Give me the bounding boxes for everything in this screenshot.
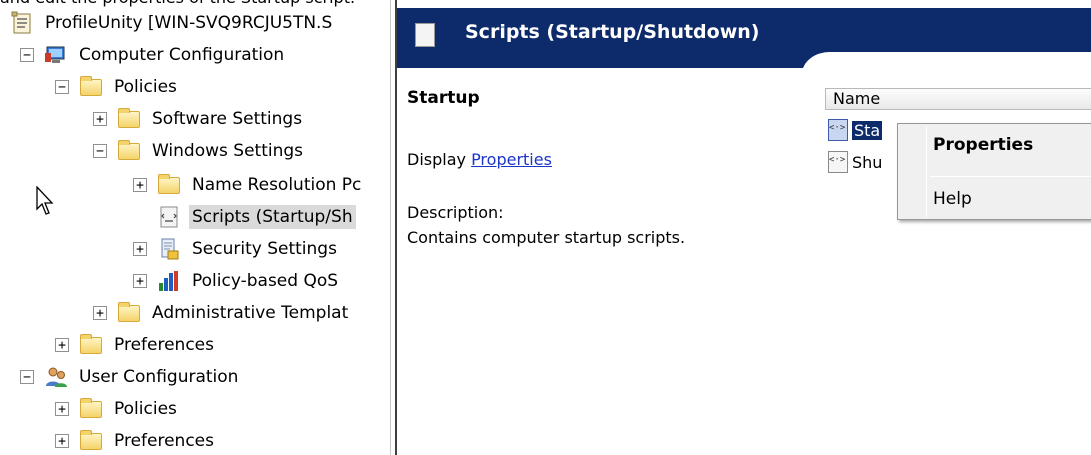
item-heading: Startup: [407, 88, 480, 108]
tree-item-label: Software Settings: [152, 109, 303, 129]
folder-icon: [79, 397, 103, 421]
tree-item-preferences[interactable]: + Preferences: [55, 330, 217, 360]
banner-curve: [802, 52, 1091, 92]
expand-icon[interactable]: +: [133, 178, 147, 192]
menu-separator: [930, 176, 1091, 177]
banner-title: Scripts (Startup/Shutdown): [465, 21, 760, 43]
expand-icon[interactable]: +: [55, 434, 69, 448]
menu-gutter: [926, 126, 927, 217]
folder-icon: [79, 75, 103, 99]
script-icon: [415, 23, 435, 47]
script-icon: [828, 119, 848, 141]
tree-item-label: Scripts (Startup/Sh: [189, 205, 356, 229]
tree-item-policy-qos[interactable]: + Policy-based QoS: [133, 266, 341, 296]
folder-icon: [157, 173, 181, 197]
console-tree[interactable]: ProfileUnity [WIN-SVQ9RCJU5TN.S − Comput…: [0, 8, 390, 455]
tree-item-label: Administrative Templat: [152, 303, 349, 323]
tree-item-label: Policies: [114, 77, 177, 97]
folder-icon: [117, 139, 141, 163]
list-item-label: Shu: [852, 152, 883, 172]
collapse-icon[interactable]: −: [20, 370, 34, 384]
display-prefix: Display: [407, 150, 472, 169]
expand-icon[interactable]: +: [93, 112, 107, 126]
tree-item-windows-settings[interactable]: − Windows Settings: [93, 136, 306, 166]
collapse-icon[interactable]: −: [93, 144, 107, 158]
expand-icon[interactable]: +: [55, 338, 69, 352]
extended-description: Startup Display Properties Description: …: [407, 88, 807, 247]
expand-icon[interactable]: +: [93, 306, 107, 320]
computer-icon: [44, 43, 68, 67]
tree-item-label: Windows Settings: [152, 141, 304, 161]
menu-item-properties[interactable]: Properties: [933, 135, 1033, 155]
details-pane: Scripts (Startup/Shutdown) Startup Displ…: [397, 8, 1091, 455]
tree-item-label: User Configuration: [79, 367, 239, 387]
folder-icon: [79, 429, 103, 453]
tree-item-name-resolution[interactable]: + Name Resolution Pc: [133, 170, 364, 200]
tree-item-computer-configuration[interactable]: − Computer Configuration: [20, 40, 287, 70]
script-icon: [828, 151, 848, 173]
mouse-cursor-icon: [36, 186, 54, 215]
script-icon: [157, 205, 181, 229]
tree-item-user-policies[interactable]: + Policies: [55, 394, 180, 424]
list-item-shutdown[interactable]: Shu: [825, 148, 882, 176]
list-item-label: Sta: [852, 120, 883, 140]
collapse-icon[interactable]: −: [20, 48, 34, 62]
tree-item-security-settings[interactable]: + Security Settings: [133, 234, 340, 264]
expand-icon[interactable]: +: [133, 242, 147, 256]
folder-icon: [79, 333, 103, 357]
column-header-name[interactable]: Name: [825, 88, 1091, 110]
tree-item-user-preferences[interactable]: + Preferences: [55, 426, 217, 455]
expand-icon[interactable]: +: [55, 402, 69, 416]
tree-item-label: Preferences: [114, 431, 214, 451]
menu-item-help[interactable]: Help: [933, 189, 972, 209]
tree-item-label: Policies: [114, 399, 177, 419]
display-properties: Display Properties: [407, 150, 552, 169]
tree-item-label: Security Settings: [192, 239, 337, 259]
tree-item-software-settings[interactable]: + Software Settings: [93, 104, 305, 134]
tree-item-user-configuration[interactable]: − User Configuration: [20, 362, 241, 392]
tree-item-label: Name Resolution Pc: [192, 175, 362, 195]
pane-splitter[interactable]: [390, 0, 397, 455]
description-label: Description:: [407, 203, 504, 222]
security-icon: [157, 237, 181, 261]
tree-item-policies[interactable]: − Policies: [55, 72, 180, 102]
tree-item-label: Computer Configuration: [79, 45, 285, 65]
tree-item-label: Policy-based QoS: [192, 271, 339, 291]
bar-chart-icon: [157, 269, 181, 293]
list-item-startup[interactable]: Sta: [825, 116, 883, 144]
tree-item-scripts[interactable]: Scripts (Startup/Sh: [157, 202, 356, 232]
properties-link[interactable]: Properties: [471, 150, 552, 169]
tree-item-administrative-templates[interactable]: + Administrative Templat: [93, 298, 351, 328]
users-icon: [44, 365, 68, 389]
expand-icon[interactable]: +: [133, 274, 147, 288]
collapse-icon[interactable]: −: [55, 80, 69, 94]
description-text: Contains computer startup scripts.: [407, 228, 686, 247]
caption-text: and edit the properties of the Startup s…: [0, 0, 400, 8]
tree-item-root[interactable]: ProfileUnity [WIN-SVQ9RCJU5TN.S: [10, 8, 335, 38]
folder-icon: [117, 107, 141, 131]
gpo-document-icon: [10, 11, 34, 35]
tree-item-label: ProfileUnity [WIN-SVQ9RCJU5TN.S: [45, 13, 333, 33]
folder-icon: [117, 301, 141, 325]
context-menu: Properties Help: [897, 123, 1091, 220]
tree-item-label: Preferences: [114, 335, 214, 355]
